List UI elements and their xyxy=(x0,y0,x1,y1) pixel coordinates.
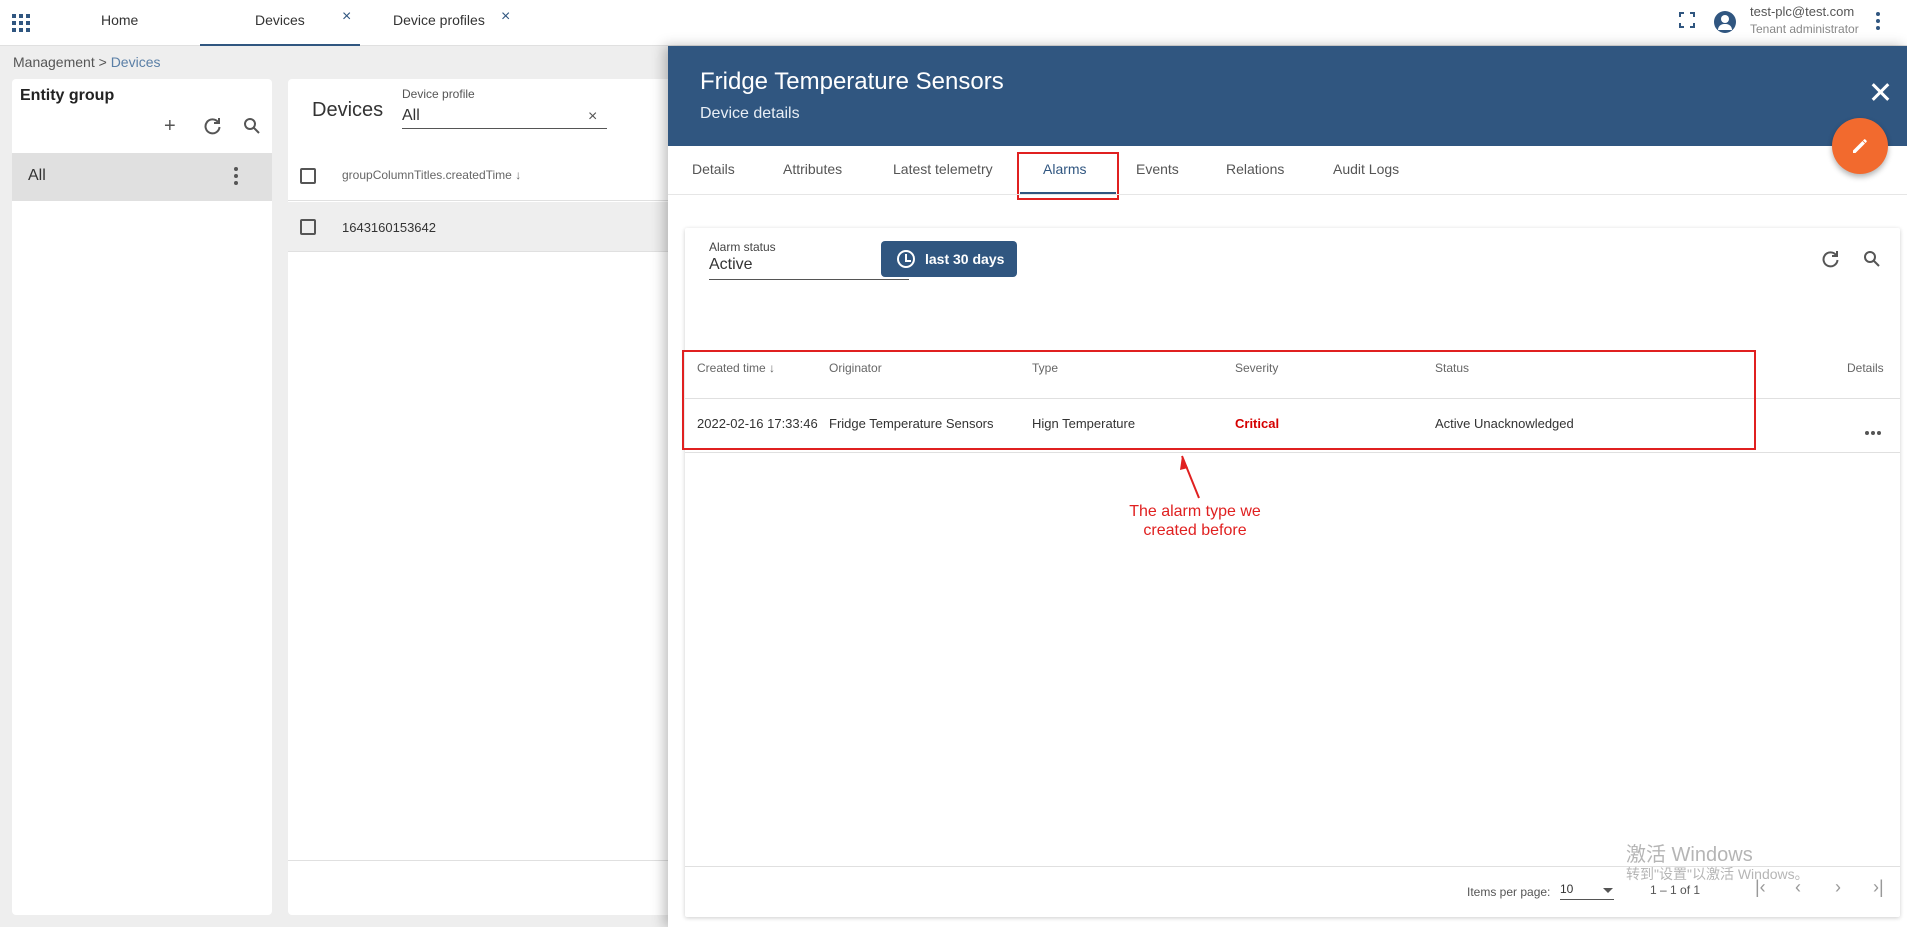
pencil-icon xyxy=(1853,139,1867,153)
entity-group-title: Entity group xyxy=(20,87,115,104)
select-all-checkbox[interactable] xyxy=(300,168,316,184)
column-header-details: Details xyxy=(1847,361,1884,375)
tab-devices-label: Devices xyxy=(255,12,305,28)
devices-title: Devices xyxy=(312,99,384,121)
alarms-card: Alarm status Active last 30 days Created… xyxy=(682,228,1900,917)
close-icon[interactable] xyxy=(1870,82,1890,102)
search-icon[interactable] xyxy=(243,117,261,135)
tab-attributes[interactable]: Attributes xyxy=(783,161,842,177)
breadcrumb-separator: > xyxy=(98,54,107,70)
more-vert-icon[interactable] xyxy=(1876,12,1880,32)
tab-details[interactable]: Details xyxy=(692,161,735,177)
breadcrumb: Management > Devices xyxy=(13,54,160,70)
tab-latest-telemetry[interactable]: Latest telemetry xyxy=(893,161,993,177)
entity-group-item-all[interactable]: All xyxy=(12,153,272,201)
more-horiz-icon[interactable] xyxy=(1865,422,1883,435)
details-header: Fridge Temperature Sensors Device detail… xyxy=(668,46,1907,146)
entity-group-panel: Entity group + All xyxy=(12,79,272,915)
devices-table-header: groupColumnTitles.createdTime ↓ xyxy=(288,151,688,201)
breadcrumb-management[interactable]: Management xyxy=(13,54,95,70)
fullscreen-icon[interactable] xyxy=(1679,12,1695,28)
tab-home[interactable]: Home xyxy=(101,0,138,46)
items-per-page-label: Items per page: xyxy=(1467,885,1551,899)
refresh-icon[interactable] xyxy=(1822,250,1840,268)
breadcrumb-devices: Devices xyxy=(110,54,161,70)
annotation-arrow-icon xyxy=(1180,455,1200,499)
tab-devices-close-icon[interactable]: × xyxy=(342,0,351,34)
tab-device-profiles[interactable]: Device profiles xyxy=(393,0,485,46)
device-profile-label: Device profile xyxy=(402,87,475,101)
column-header-label: groupColumnTitles.createdTime xyxy=(342,168,512,182)
row-checkbox[interactable] xyxy=(300,219,316,235)
user-role: Tenant administrator xyxy=(1750,22,1859,36)
tab-device-profiles-close-icon[interactable]: × xyxy=(501,0,510,34)
refresh-icon[interactable] xyxy=(204,117,222,135)
devices-panel: Devices Device profile All × groupColumn… xyxy=(288,79,688,915)
divider xyxy=(668,194,1907,195)
next-page-icon[interactable]: › xyxy=(1835,877,1841,898)
tab-events[interactable]: Events xyxy=(1136,161,1179,177)
entity-group-item-label: All xyxy=(28,167,46,184)
table-row[interactable]: 1643160153642 xyxy=(288,202,688,252)
account-circle-icon[interactable] xyxy=(1714,11,1736,33)
device-details-panel: Fridge Temperature Sensors Device detail… xyxy=(668,46,1907,927)
tab-devices[interactable]: Devices xyxy=(200,0,360,46)
clear-icon[interactable]: × xyxy=(588,108,597,126)
page-range-label: 1 – 1 of 1 xyxy=(1650,883,1701,897)
details-subtitle: Device details xyxy=(700,105,800,122)
top-bar: Home Devices × Device profiles × test-pl… xyxy=(0,0,1907,46)
add-icon[interactable]: + xyxy=(164,115,176,138)
last-page-icon[interactable]: ›| xyxy=(1873,877,1884,898)
search-icon[interactable] xyxy=(1863,250,1881,268)
device-profile-input[interactable]: All xyxy=(402,107,607,129)
annotation-text: The alarm type we created before xyxy=(1129,503,1261,539)
edit-button[interactable] xyxy=(1832,118,1888,174)
column-header-created-time[interactable]: groupColumnTitles.createdTime ↓ xyxy=(342,168,521,182)
details-title: Fridge Temperature Sensors xyxy=(700,68,1004,95)
more-vert-icon[interactable] xyxy=(234,167,238,187)
apps-grid-icon[interactable] xyxy=(12,14,30,32)
user-email: test-plc@test.com xyxy=(1750,4,1855,19)
tab-audit-logs[interactable]: Audit Logs xyxy=(1333,161,1399,177)
annotation-highlight-tab xyxy=(1017,152,1119,200)
row-created-time: 1643160153642 xyxy=(342,220,436,235)
windows-watermark-subtitle: 转到"设置"以激活 Windows。 xyxy=(1626,866,1809,882)
divider xyxy=(288,860,688,861)
tab-relations[interactable]: Relations xyxy=(1226,161,1284,177)
dropdown-caret-icon xyxy=(1603,888,1613,893)
windows-watermark-title: 激活 Windows xyxy=(1626,844,1753,866)
